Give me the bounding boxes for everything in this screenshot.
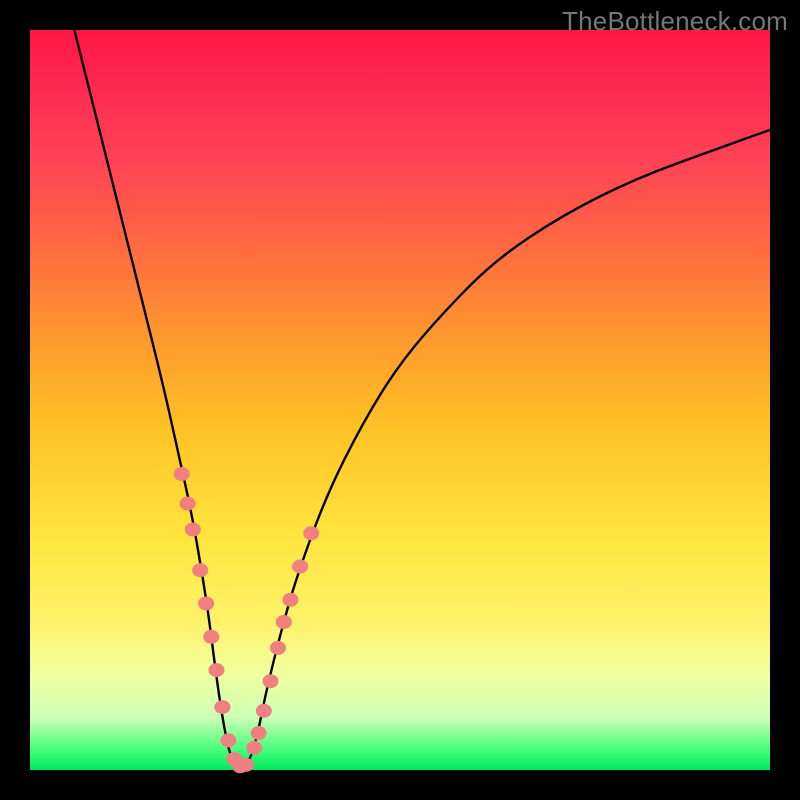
marker-point <box>246 741 262 755</box>
chart-frame: TheBottleneck.com <box>0 0 800 800</box>
marker-group <box>174 467 320 773</box>
marker-point <box>292 560 308 574</box>
marker-point <box>251 726 267 740</box>
marker-point <box>256 704 272 718</box>
plot-area <box>30 30 770 770</box>
marker-point <box>174 467 190 481</box>
marker-point <box>180 497 196 511</box>
marker-point <box>214 700 230 714</box>
bottleneck-curve <box>74 30 770 766</box>
marker-point <box>220 733 236 747</box>
marker-point <box>198 597 214 611</box>
marker-point <box>282 593 298 607</box>
marker-point <box>263 674 279 688</box>
marker-point <box>238 758 254 772</box>
marker-point <box>208 663 224 677</box>
marker-point <box>185 523 201 537</box>
marker-point <box>276 615 292 629</box>
marker-point <box>192 563 208 577</box>
marker-point <box>303 526 319 540</box>
chart-svg <box>30 30 770 770</box>
marker-point <box>203 630 219 644</box>
marker-point <box>270 641 286 655</box>
watermark-text: TheBottleneck.com <box>562 6 788 37</box>
